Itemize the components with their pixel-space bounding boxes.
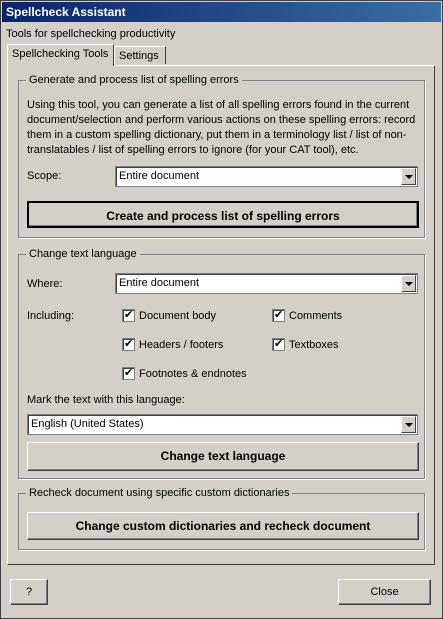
tab-label: Spellchecking Tools <box>12 48 109 60</box>
checkbox-comments[interactable] <box>272 308 285 322</box>
chevron-down-icon[interactable] <box>401 416 416 433</box>
where-select[interactable]: Entire document <box>115 273 418 294</box>
help-button[interactable]: ? <box>10 579 48 605</box>
close-button[interactable]: Close <box>338 579 431 605</box>
group-legend: Recheck document using specific custom d… <box>29 487 290 499</box>
scope-label: Scope: <box>27 170 62 182</box>
group-legend: Generate and process list of spelling er… <box>29 74 239 86</box>
help-button-label: ? <box>25 586 33 598</box>
title-bar[interactable]: Spellcheck Assistant <box>2 2 441 22</box>
checkbox-label: Document body <box>139 310 217 322</box>
checkbox-label: Textboxes <box>289 339 339 351</box>
tab-label: Settings <box>119 50 159 62</box>
checkbox-document-body[interactable] <box>122 308 135 322</box>
tab-settings[interactable]: Settings <box>114 46 166 64</box>
including-label: Including: <box>27 310 75 322</box>
scope-value: Entire document <box>119 170 200 182</box>
group-legend: Change text language <box>29 248 137 260</box>
checkbox-label: Footnotes & endnotes <box>139 368 247 380</box>
create-list-button[interactable]: Create and process list of spelling erro… <box>27 201 419 228</box>
change-language-button-label: Change text language <box>160 449 286 463</box>
checkbox-headers-footers[interactable] <box>122 337 135 351</box>
recheck-button-label: Change custom dictionaries and recheck d… <box>75 519 371 533</box>
checkbox-textboxes[interactable] <box>272 337 285 351</box>
chevron-down-icon[interactable] <box>401 168 416 185</box>
subtitle: Tools for spellchecking productivity <box>6 28 176 40</box>
language-select[interactable]: English (United States) <box>27 414 418 435</box>
mark-language-label: Mark the text with this language: <box>27 394 185 406</box>
recheck-button[interactable]: Change custom dictionaries and recheck d… <box>27 512 419 540</box>
tool-description: Using this tool, you can generate a list… <box>27 99 416 156</box>
checkbox-footnotes-endnotes[interactable] <box>122 366 135 380</box>
where-label: Where: <box>27 278 63 290</box>
chevron-down-icon[interactable] <box>401 275 416 292</box>
create-list-button-label: Create and process list of spelling erro… <box>106 209 340 223</box>
checkbox-label: Headers / footers <box>139 339 224 351</box>
change-language-button[interactable]: Change text language <box>27 442 419 471</box>
checkbox-label: Comments <box>289 310 343 322</box>
tab-spellchecking-tools[interactable]: Spellchecking Tools <box>7 44 114 66</box>
where-value: Entire document <box>119 277 200 289</box>
language-value: English (United States) <box>31 418 144 430</box>
close-button-label: Close <box>370 586 399 598</box>
window-title: Spellcheck Assistant <box>6 5 126 19</box>
scope-select[interactable]: Entire document <box>115 166 418 187</box>
